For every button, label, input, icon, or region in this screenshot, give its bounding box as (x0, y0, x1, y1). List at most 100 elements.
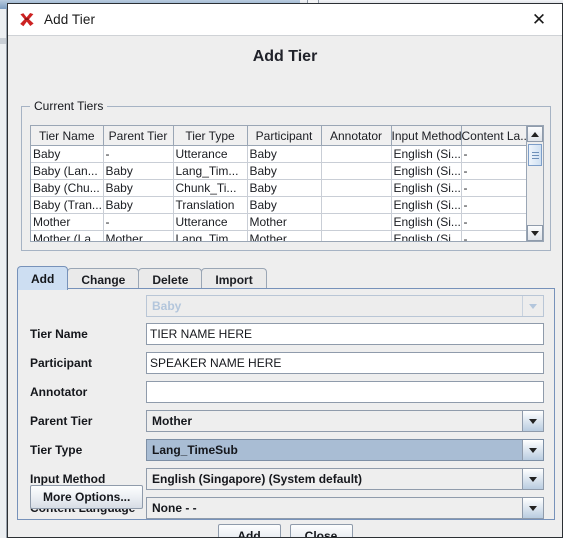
table-cell: Mother (31, 214, 103, 231)
table-cell (321, 146, 391, 163)
chevron-down-icon (529, 506, 537, 511)
current-tiers-scrollpane[interactable]: Tier NameParent TierTier TypeParticipant… (31, 126, 526, 241)
table-vertical-scrollbar[interactable] (526, 126, 543, 241)
table-row[interactable]: Mother-UtteranceMotherEnglish (Si...- (31, 214, 526, 231)
table-cell: Baby (103, 163, 173, 180)
dialog-footer: Add Close (8, 524, 562, 538)
selected-tier-field: Baby (146, 295, 544, 317)
tier-name-input[interactable] (146, 323, 544, 345)
parent-tier-value: Mother (147, 414, 522, 428)
tier-name-field-wrap (146, 323, 544, 345)
column-header[interactable]: Annotator (321, 126, 391, 146)
form-row-annotator: Annotator (18, 381, 554, 403)
participant-input[interactable] (146, 352, 544, 374)
table-row[interactable]: Mother (La...MotherLang_Tim...MotherEngl… (31, 231, 526, 242)
tab-delete[interactable]: Delete (138, 268, 202, 290)
current-tiers-group: Current Tiers Tier NameParent TierTier T… (21, 106, 551, 251)
table-cell: - (103, 146, 173, 163)
table-cell (321, 231, 391, 242)
parent-tier-field-wrap: Mother (146, 410, 544, 432)
participant-label: Participant (18, 356, 146, 370)
column-header[interactable]: Tier Name (31, 126, 103, 146)
input-method-combobox-arrow[interactable] (522, 469, 543, 489)
close-icon[interactable]: ✕ (522, 5, 556, 35)
column-header[interactable]: Tier Type (173, 126, 247, 146)
chevron-down-icon (529, 448, 537, 453)
column-header[interactable]: Parent Tier (103, 126, 173, 146)
table-cell: English (Si... (391, 146, 461, 163)
tab-add[interactable]: Add (17, 266, 68, 290)
tier-type-combobox-arrow[interactable] (522, 440, 543, 460)
table-cell: Mother (247, 214, 321, 231)
column-header[interactable]: Input Method (391, 126, 461, 146)
tier-type-value: Lang_TimeSub (147, 443, 522, 457)
add-button[interactable]: Add (218, 524, 281, 538)
table-cell: Chunk_Ti... (173, 180, 247, 197)
scroll-up-arrow-icon[interactable] (527, 126, 543, 142)
table-cell: Baby (247, 180, 321, 197)
tier-name-label: Tier Name (18, 327, 146, 341)
table-cell: English (Si... (391, 163, 461, 180)
table-cell: Baby (31, 146, 103, 163)
close-button[interactable]: Close (290, 524, 353, 538)
annotator-input[interactable] (146, 381, 544, 403)
parent-tier-combobox[interactable]: Mother (146, 410, 544, 432)
table-row[interactable]: Baby (Chu...BabyChunk_Ti...BabyEnglish (… (31, 180, 526, 197)
table-cell: Mother (247, 231, 321, 242)
table-row[interactable]: Baby (Lan...BabyLang_Tim...BabyEnglish (… (31, 163, 526, 180)
table-cell: - (461, 214, 526, 231)
triangle-down-icon (531, 231, 539, 236)
current-tiers-legend: Current Tiers (30, 99, 107, 113)
more-options-button[interactable]: More Options... (30, 485, 143, 509)
table-cell: Baby (Chu... (31, 180, 103, 197)
input-method-combobox[interactable]: English (Singapore) (System default) (146, 468, 544, 490)
table-cell: - (461, 146, 526, 163)
chevron-down-icon (529, 419, 537, 424)
content-language-combobox-arrow[interactable] (522, 498, 543, 518)
table-cell: - (461, 180, 526, 197)
table-cell: English (Si... (391, 214, 461, 231)
scrollbar-grip-icon (532, 152, 539, 159)
column-header[interactable]: Content La... (461, 126, 526, 146)
tier-type-label: Tier Type (18, 443, 146, 457)
selected-tier-combobox: Baby (146, 295, 544, 317)
table-header-row: Tier NameParent TierTier TypeParticipant… (31, 126, 526, 146)
table-cell: English (Si... (391, 231, 461, 242)
tier-type-combobox[interactable]: Lang_TimeSub (146, 439, 544, 461)
input-method-value: English (Singapore) (System default) (147, 472, 522, 486)
scrollbar-thumb[interactable] (528, 144, 542, 166)
column-header[interactable]: Participant (247, 126, 321, 146)
elan-logo-icon (18, 11, 36, 29)
input-method-field-wrap: English (Singapore) (System default) (146, 468, 544, 490)
table-cell: Mother (103, 231, 173, 242)
input-method-label: Input Method (18, 472, 146, 486)
dialog-titlebar: Add Tier ✕ (8, 4, 562, 36)
selected-tier-row: Baby (18, 295, 554, 317)
scroll-down-arrow-icon[interactable] (527, 225, 543, 241)
tab-change[interactable]: Change (67, 268, 139, 290)
table-body: Baby-UtteranceBabyEnglish (Si...-Baby (L… (31, 146, 526, 242)
table-cell: Lang_Tim... (173, 231, 247, 242)
table-cell: - (461, 231, 526, 242)
table-cell: Baby (247, 163, 321, 180)
table-cell: English (Si... (391, 197, 461, 214)
content-language-combobox[interactable]: None - - (146, 497, 544, 519)
table-cell: Lang_Tim... (173, 163, 247, 180)
page-title: Add Tier (8, 36, 562, 77)
participant-field-wrap (146, 352, 544, 374)
table-row[interactable]: Baby-UtteranceBabyEnglish (Si...- (31, 146, 526, 163)
tab-bar: AddChangeDeleteImport (17, 265, 555, 290)
table-cell (321, 163, 391, 180)
tab-import[interactable]: Import (201, 268, 266, 290)
table-row[interactable]: Baby (Tran...BabyTranslationBabyEnglish … (31, 197, 526, 214)
combobox-arrow (522, 296, 543, 316)
form-row-tier-name: Tier Name (18, 323, 554, 345)
form-row-parent-tier: Parent TierMother (18, 410, 554, 432)
selected-tier-value: Baby (147, 299, 522, 313)
table-cell: Baby (103, 197, 173, 214)
table-cell: Utterance (173, 214, 247, 231)
table-cell (321, 180, 391, 197)
background-left-edge (0, 9, 7, 538)
dialog-body: Add Tier Current Tiers Tier NameParent T… (8, 36, 562, 537)
parent-tier-combobox-arrow[interactable] (522, 411, 543, 431)
